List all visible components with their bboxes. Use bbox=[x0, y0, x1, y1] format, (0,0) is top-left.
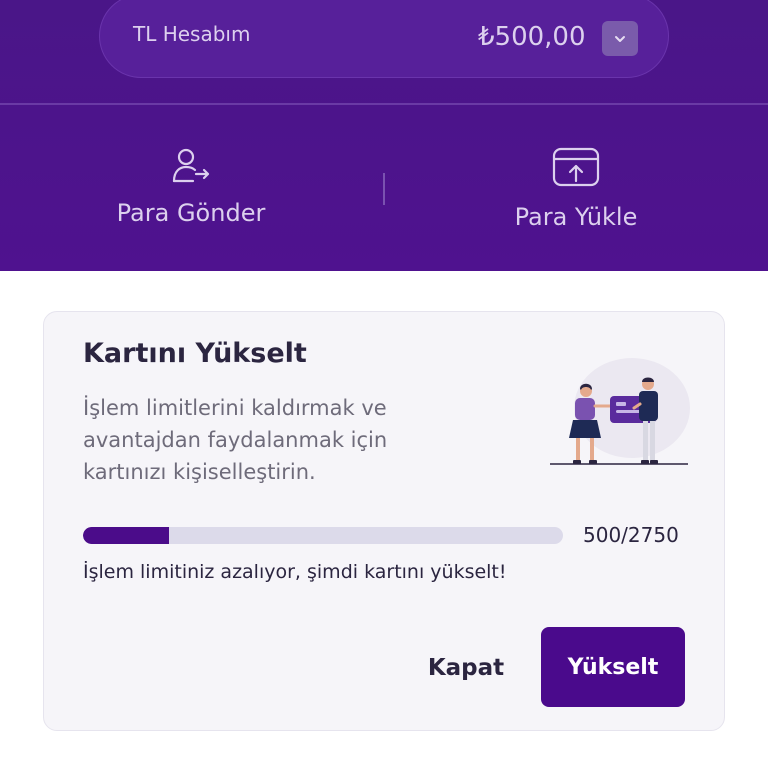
send-money-label: Para Gönder bbox=[116, 199, 266, 227]
account-balance: ₺500,00 bbox=[478, 22, 586, 52]
card-description: İşlem limitlerini kaldırmak ve avantajda… bbox=[83, 396, 388, 484]
action-separator bbox=[383, 173, 385, 205]
send-money-button[interactable]: Para Gönder bbox=[41, 140, 341, 240]
limit-progress-fill bbox=[83, 527, 170, 544]
account-name: TL Hesabım bbox=[133, 22, 251, 46]
close-button[interactable]: Kapat bbox=[412, 652, 520, 684]
account-header: TL Hesabım ₺500,00 Para Gönder Para Yükl… bbox=[0, 0, 768, 271]
card-title: Kartını Yükselt bbox=[83, 338, 307, 369]
upgrade-button[interactable]: Yükselt bbox=[541, 627, 685, 707]
header-divider bbox=[0, 103, 768, 105]
card-upload-icon bbox=[552, 147, 600, 187]
chevron-down-icon bbox=[615, 36, 625, 42]
limit-progress-bar bbox=[83, 527, 563, 544]
limit-progress-text: 500/2750 bbox=[583, 523, 679, 547]
load-money-label: Para Yükle bbox=[514, 203, 638, 231]
load-money-button[interactable]: Para Yükle bbox=[426, 140, 726, 240]
card-exchange-illustration bbox=[550, 358, 690, 465]
account-dropdown-button[interactable] bbox=[602, 21, 638, 56]
limit-warning-text: İşlem limitiniz azalıyor, şimdi kartını … bbox=[83, 561, 507, 583]
user-send-icon bbox=[172, 148, 210, 183]
